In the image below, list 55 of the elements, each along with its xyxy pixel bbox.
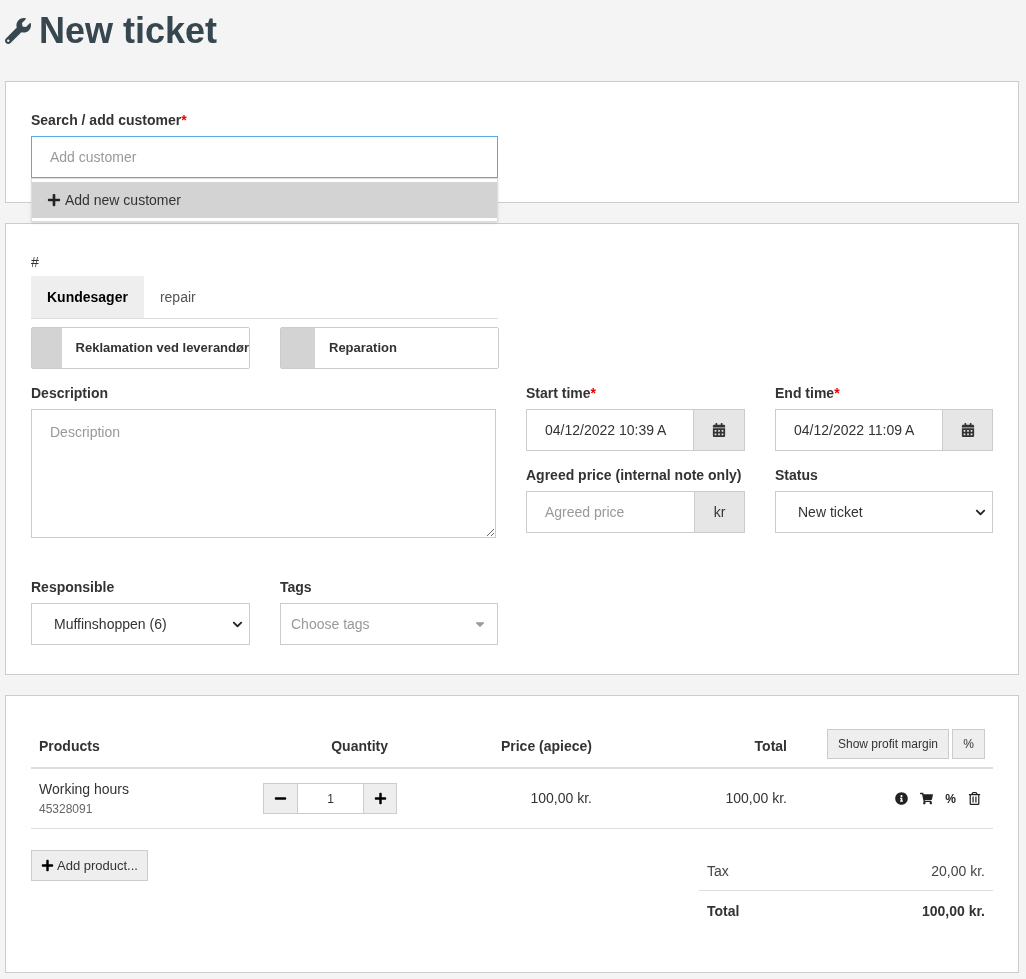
toggle-button[interactable]: Reparation — [280, 327, 499, 369]
plus-icon — [373, 792, 387, 805]
add-product-button[interactable]: Add product... — [31, 850, 148, 881]
column-header: Price (apiece) — [499, 737, 592, 756]
page-title: New ticket — [39, 9, 218, 53]
increase-button[interactable] — [363, 783, 397, 814]
ticket-number-label: # — [31, 254, 39, 270]
customer-label: Search / add customer — [31, 112, 182, 128]
start-time-label: Start time — [526, 385, 591, 401]
agreed-price-field[interactable]: Agreed price — [526, 491, 695, 533]
calendar-icon — [712, 423, 726, 437]
discount-link[interactable]: % — [945, 789, 956, 808]
tags-label: Tags — [280, 579, 312, 595]
column-header: Quantity — [330, 737, 388, 756]
customer-search-field[interactable]: Add customer — [31, 136, 498, 178]
plus-icon — [41, 859, 54, 872]
currency-addon: kr — [695, 491, 745, 533]
calendar-button[interactable] — [943, 409, 993, 451]
responsible-label: Responsible — [31, 579, 115, 595]
status-select[interactable]: New ticket — [775, 491, 993, 533]
price-cell-text: 100,00 kr. — [529, 789, 592, 808]
toggle-button[interactable]: Reklamation ved leverandør — [31, 327, 250, 369]
wrench-icon — [5, 18, 31, 44]
summary-label: Tax — [707, 862, 729, 881]
calendar-icon — [960, 423, 975, 437]
status-label: Status — [775, 467, 818, 483]
ticket-type-tab[interactable]: repair — [143, 276, 212, 318]
summary-value: 100,00 kr. — [921, 901, 985, 921]
required-asterisk: * — [834, 385, 840, 401]
description-field[interactable]: Description — [31, 409, 496, 538]
column-header: Products — [38, 737, 101, 756]
ticket-type-tab[interactable]: Kundesager — [31, 276, 144, 318]
product-name: Working hours — [39, 780, 130, 799]
calendar-button[interactable] — [694, 409, 745, 451]
add-new-customer-item[interactable]: Add new customer — [32, 182, 497, 218]
description-label: Description — [31, 385, 108, 401]
column-header: Total — [753, 737, 787, 756]
summary-label: Total — [707, 901, 740, 921]
percent-button[interactable]: % — [952, 729, 985, 759]
required-asterisk: * — [181, 112, 187, 128]
responsible-select[interactable]: Muffinshoppen (6) — [31, 603, 250, 645]
summary-value: 20,00 kr. — [931, 862, 985, 881]
end-time-label: End time — [775, 385, 835, 401]
info-icon[interactable] — [895, 792, 909, 805]
show-profit-margin-button[interactable]: Show profit margin — [826, 729, 949, 759]
product-sku: 45328091 — [39, 801, 94, 818]
total-cell-text: 100,00 kr. — [724, 789, 787, 808]
end-time-field[interactable]: 04/12/2022 11:09 A — [775, 409, 943, 451]
trash-icon[interactable] — [968, 792, 981, 805]
cart-icon[interactable] — [920, 792, 934, 805]
agreed-price-label: Agreed price (internal note only) — [526, 467, 742, 483]
start-time-field[interactable]: 04/12/2022 10:39 A — [526, 409, 694, 451]
decrease-button[interactable] — [263, 783, 298, 814]
plus-icon — [47, 193, 61, 207]
required-asterisk: * — [590, 385, 597, 401]
